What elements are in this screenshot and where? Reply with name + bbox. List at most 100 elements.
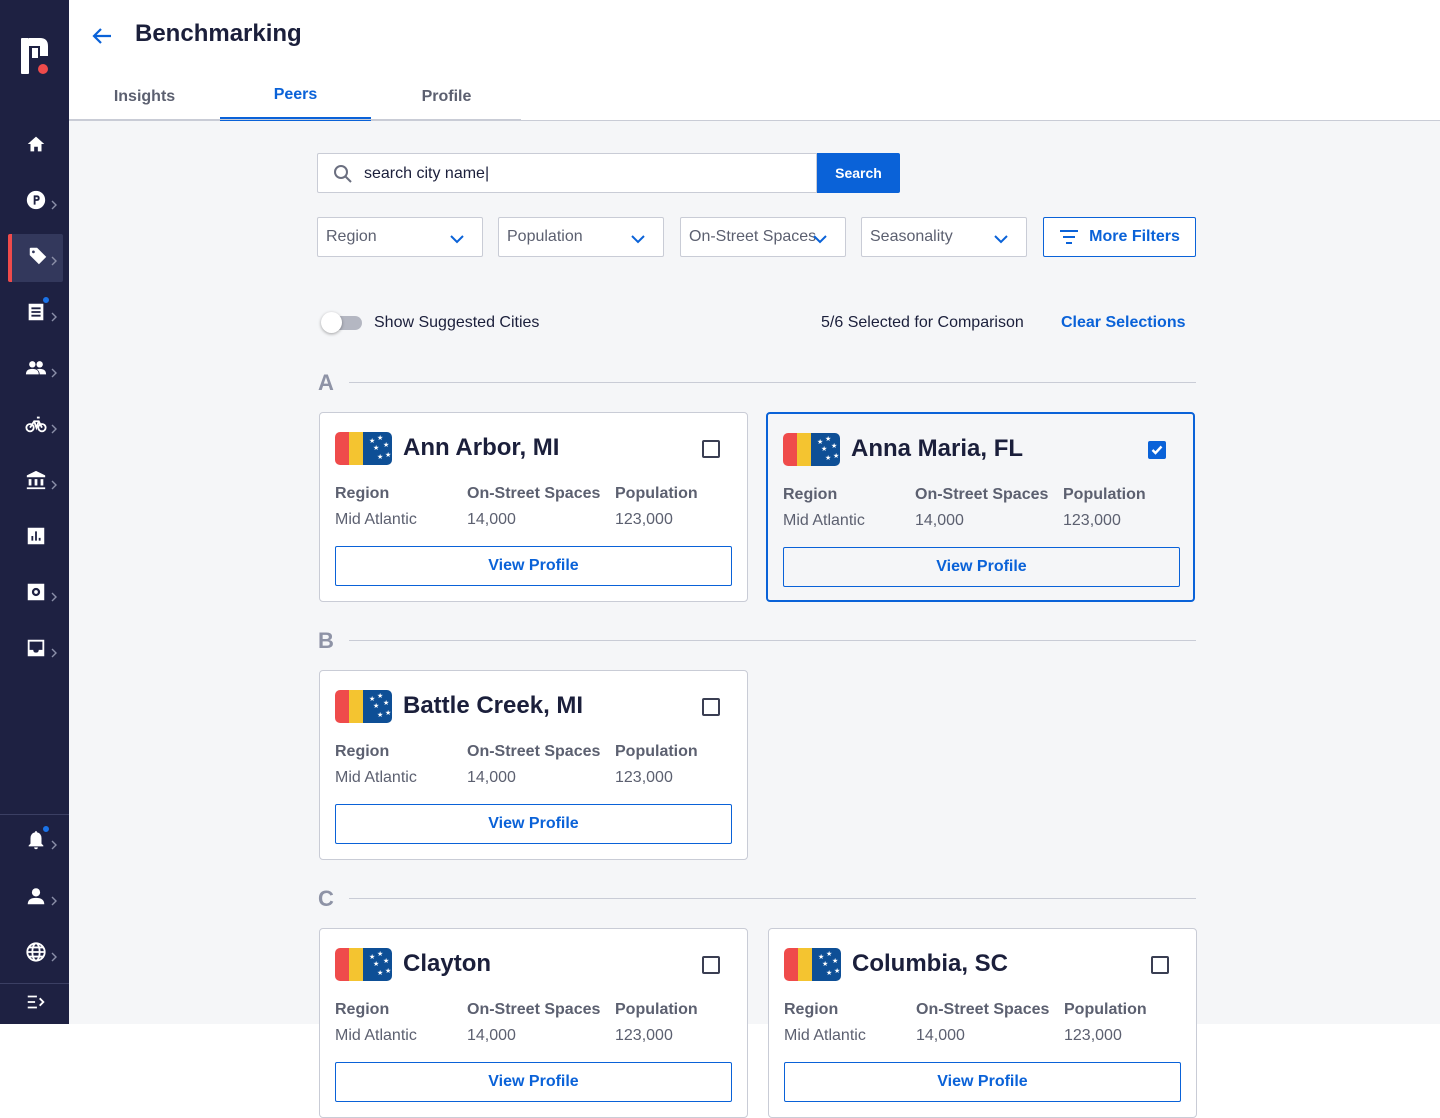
- tab-profile[interactable]: Profile: [371, 72, 522, 121]
- region-label: Region: [335, 485, 390, 502]
- sidebar-item-parking[interactable]: [8, 178, 63, 226]
- more-filters-button[interactable]: More Filters: [1043, 217, 1196, 257]
- sidebar-item-inbox[interactable]: [8, 626, 63, 674]
- chevron-right-icon: [51, 645, 57, 658]
- sidebar-collapse-button[interactable]: [8, 980, 63, 1028]
- spaces-value: 14,000: [915, 512, 964, 529]
- view-profile-button[interactable]: View Profile: [783, 547, 1180, 587]
- clear-selections-link[interactable]: Clear Selections: [1061, 314, 1186, 332]
- chevron-right-icon: [51, 421, 57, 434]
- notification-dot: [42, 296, 50, 304]
- sidebar-item-analytics[interactable]: [8, 514, 63, 562]
- region-value: Mid Atlantic: [335, 769, 417, 786]
- spaces-label: On-Street Spaces: [467, 1001, 601, 1018]
- compare-checkbox[interactable]: [702, 956, 720, 974]
- group-letter-c: C: [318, 886, 334, 911]
- region-select[interactable]: Region: [317, 217, 483, 257]
- seasonality-select[interactable]: Seasonality: [861, 217, 1027, 257]
- bike-icon: [24, 413, 47, 440]
- seasonality-select-label: Seasonality: [870, 228, 953, 245]
- search-icon: [333, 164, 353, 184]
- tab-peers[interactable]: Peers: [220, 72, 371, 121]
- people-icon: [25, 357, 47, 384]
- population-select[interactable]: Population: [498, 217, 664, 257]
- region-select-label: Region: [326, 228, 377, 245]
- chevron-right-icon: [51, 589, 57, 602]
- group-letter-a: A: [318, 370, 334, 395]
- city-card: ★ ★ ★ ★ ★ ★ Battle Creek, MI Region On-Street…: [319, 670, 748, 860]
- city-flag: ★ ★ ★ ★ ★ ★: [335, 690, 392, 723]
- tab-insights[interactable]: Insights: [69, 72, 220, 121]
- population-value: 123,000: [615, 769, 673, 786]
- chevron-right-icon: [51, 197, 57, 210]
- compare-checkbox[interactable]: [702, 440, 720, 458]
- region-value: Mid Atlantic: [783, 512, 865, 529]
- sidebar-item-bike[interactable]: [8, 402, 63, 450]
- city-name: Clayton: [403, 950, 492, 977]
- collapse-icon: [25, 991, 47, 1018]
- notification-dot: [42, 825, 50, 833]
- app-logo[interactable]: [20, 36, 50, 76]
- suggested-cities-label: Show Suggested Cities: [374, 314, 540, 331]
- sidebar-item-receipts[interactable]: [8, 290, 63, 338]
- sidebar-divider: [0, 814, 69, 815]
- population-label: Population: [615, 1001, 698, 1018]
- sidebar-item-institution[interactable]: [8, 458, 63, 506]
- sidebar-item-notifications[interactable]: [8, 818, 63, 866]
- view-profile-button[interactable]: View Profile: [335, 546, 732, 586]
- receipt-icon: [25, 301, 47, 328]
- sidebar-item-pricing[interactable]: [8, 234, 63, 282]
- sidebar: [0, 0, 69, 1024]
- population-label: Population: [1064, 1001, 1147, 1018]
- city-flag: ★ ★ ★ ★ ★ ★: [335, 948, 392, 981]
- main-content: Search Region Population On-Street Space…: [69, 121, 1440, 1024]
- population-value: 123,000: [1064, 1027, 1122, 1044]
- city-card: ★ ★ ★ ★ ★ ★ Anna Maria, FL Region On-Street S…: [766, 412, 1195, 602]
- chevron-right-icon: [51, 949, 57, 962]
- sidebar-item-settings[interactable]: [8, 570, 63, 618]
- region-value: Mid Atlantic: [335, 511, 417, 528]
- search-button[interactable]: Search: [817, 153, 900, 193]
- region-value: Mid Atlantic: [335, 1027, 417, 1044]
- compare-checkbox[interactable]: [1148, 441, 1166, 459]
- region-label: Region: [783, 486, 838, 503]
- group-divider: [349, 382, 1196, 383]
- city-card: ★ ★ ★ ★ ★ ★ Columbia, SC Region On-Street Spa…: [768, 928, 1197, 1118]
- group-divider: [349, 640, 1196, 641]
- region-label: Region: [784, 1001, 839, 1018]
- compare-checkbox[interactable]: [702, 698, 720, 716]
- city-card: ★ ★ ★ ★ ★ ★ Clayton Region On-Street Spaces P…: [319, 928, 748, 1118]
- chevron-down-icon: [813, 231, 827, 244]
- sidebar-item-account[interactable]: [8, 874, 63, 922]
- population-value: 123,000: [615, 1027, 673, 1044]
- chevron-right-icon: [51, 837, 57, 850]
- city-flag: ★ ★ ★ ★ ★ ★: [784, 948, 841, 981]
- spaces-label: On-Street Spaces: [467, 485, 601, 502]
- sidebar-item-home[interactable]: [8, 122, 63, 170]
- back-arrow-icon[interactable]: [91, 25, 113, 47]
- sidebar-item-people[interactable]: [8, 346, 63, 394]
- city-name: Ann Arbor, MI: [403, 434, 560, 461]
- view-profile-button[interactable]: View Profile: [335, 1062, 732, 1102]
- chevron-down-icon: [450, 231, 464, 244]
- compare-checkbox[interactable]: [1151, 956, 1169, 974]
- region-value: Mid Atlantic: [784, 1027, 866, 1044]
- population-select-label: Population: [507, 228, 583, 245]
- more-filters-label: More Filters: [1089, 228, 1180, 245]
- sidebar-item-language[interactable]: [8, 930, 63, 978]
- view-profile-button[interactable]: View Profile: [784, 1062, 1181, 1102]
- city-card: ★ ★ ★ ★ ★ ★ Ann Arbor, MI Region On-Street Sp…: [319, 412, 748, 602]
- tab-bar: Insights Peers Profile: [69, 72, 522, 121]
- on-street-spaces-select[interactable]: On-Street Spaces: [680, 217, 846, 257]
- tag-icon: [27, 245, 49, 272]
- page-title: Benchmarking: [135, 20, 302, 47]
- view-profile-button[interactable]: View Profile: [335, 804, 732, 844]
- chevron-right-icon: [51, 477, 57, 490]
- search-input[interactable]: [364, 163, 804, 185]
- city-flag: ★ ★ ★ ★ ★ ★: [335, 432, 392, 465]
- group-divider: [349, 898, 1196, 899]
- city-name: Battle Creek, MI: [403, 692, 584, 719]
- suggested-cities-toggle[interactable]: [321, 312, 362, 333]
- page-header: Benchmarking Insights Peers Profile: [69, 0, 1440, 121]
- population-label: Population: [1063, 486, 1146, 503]
